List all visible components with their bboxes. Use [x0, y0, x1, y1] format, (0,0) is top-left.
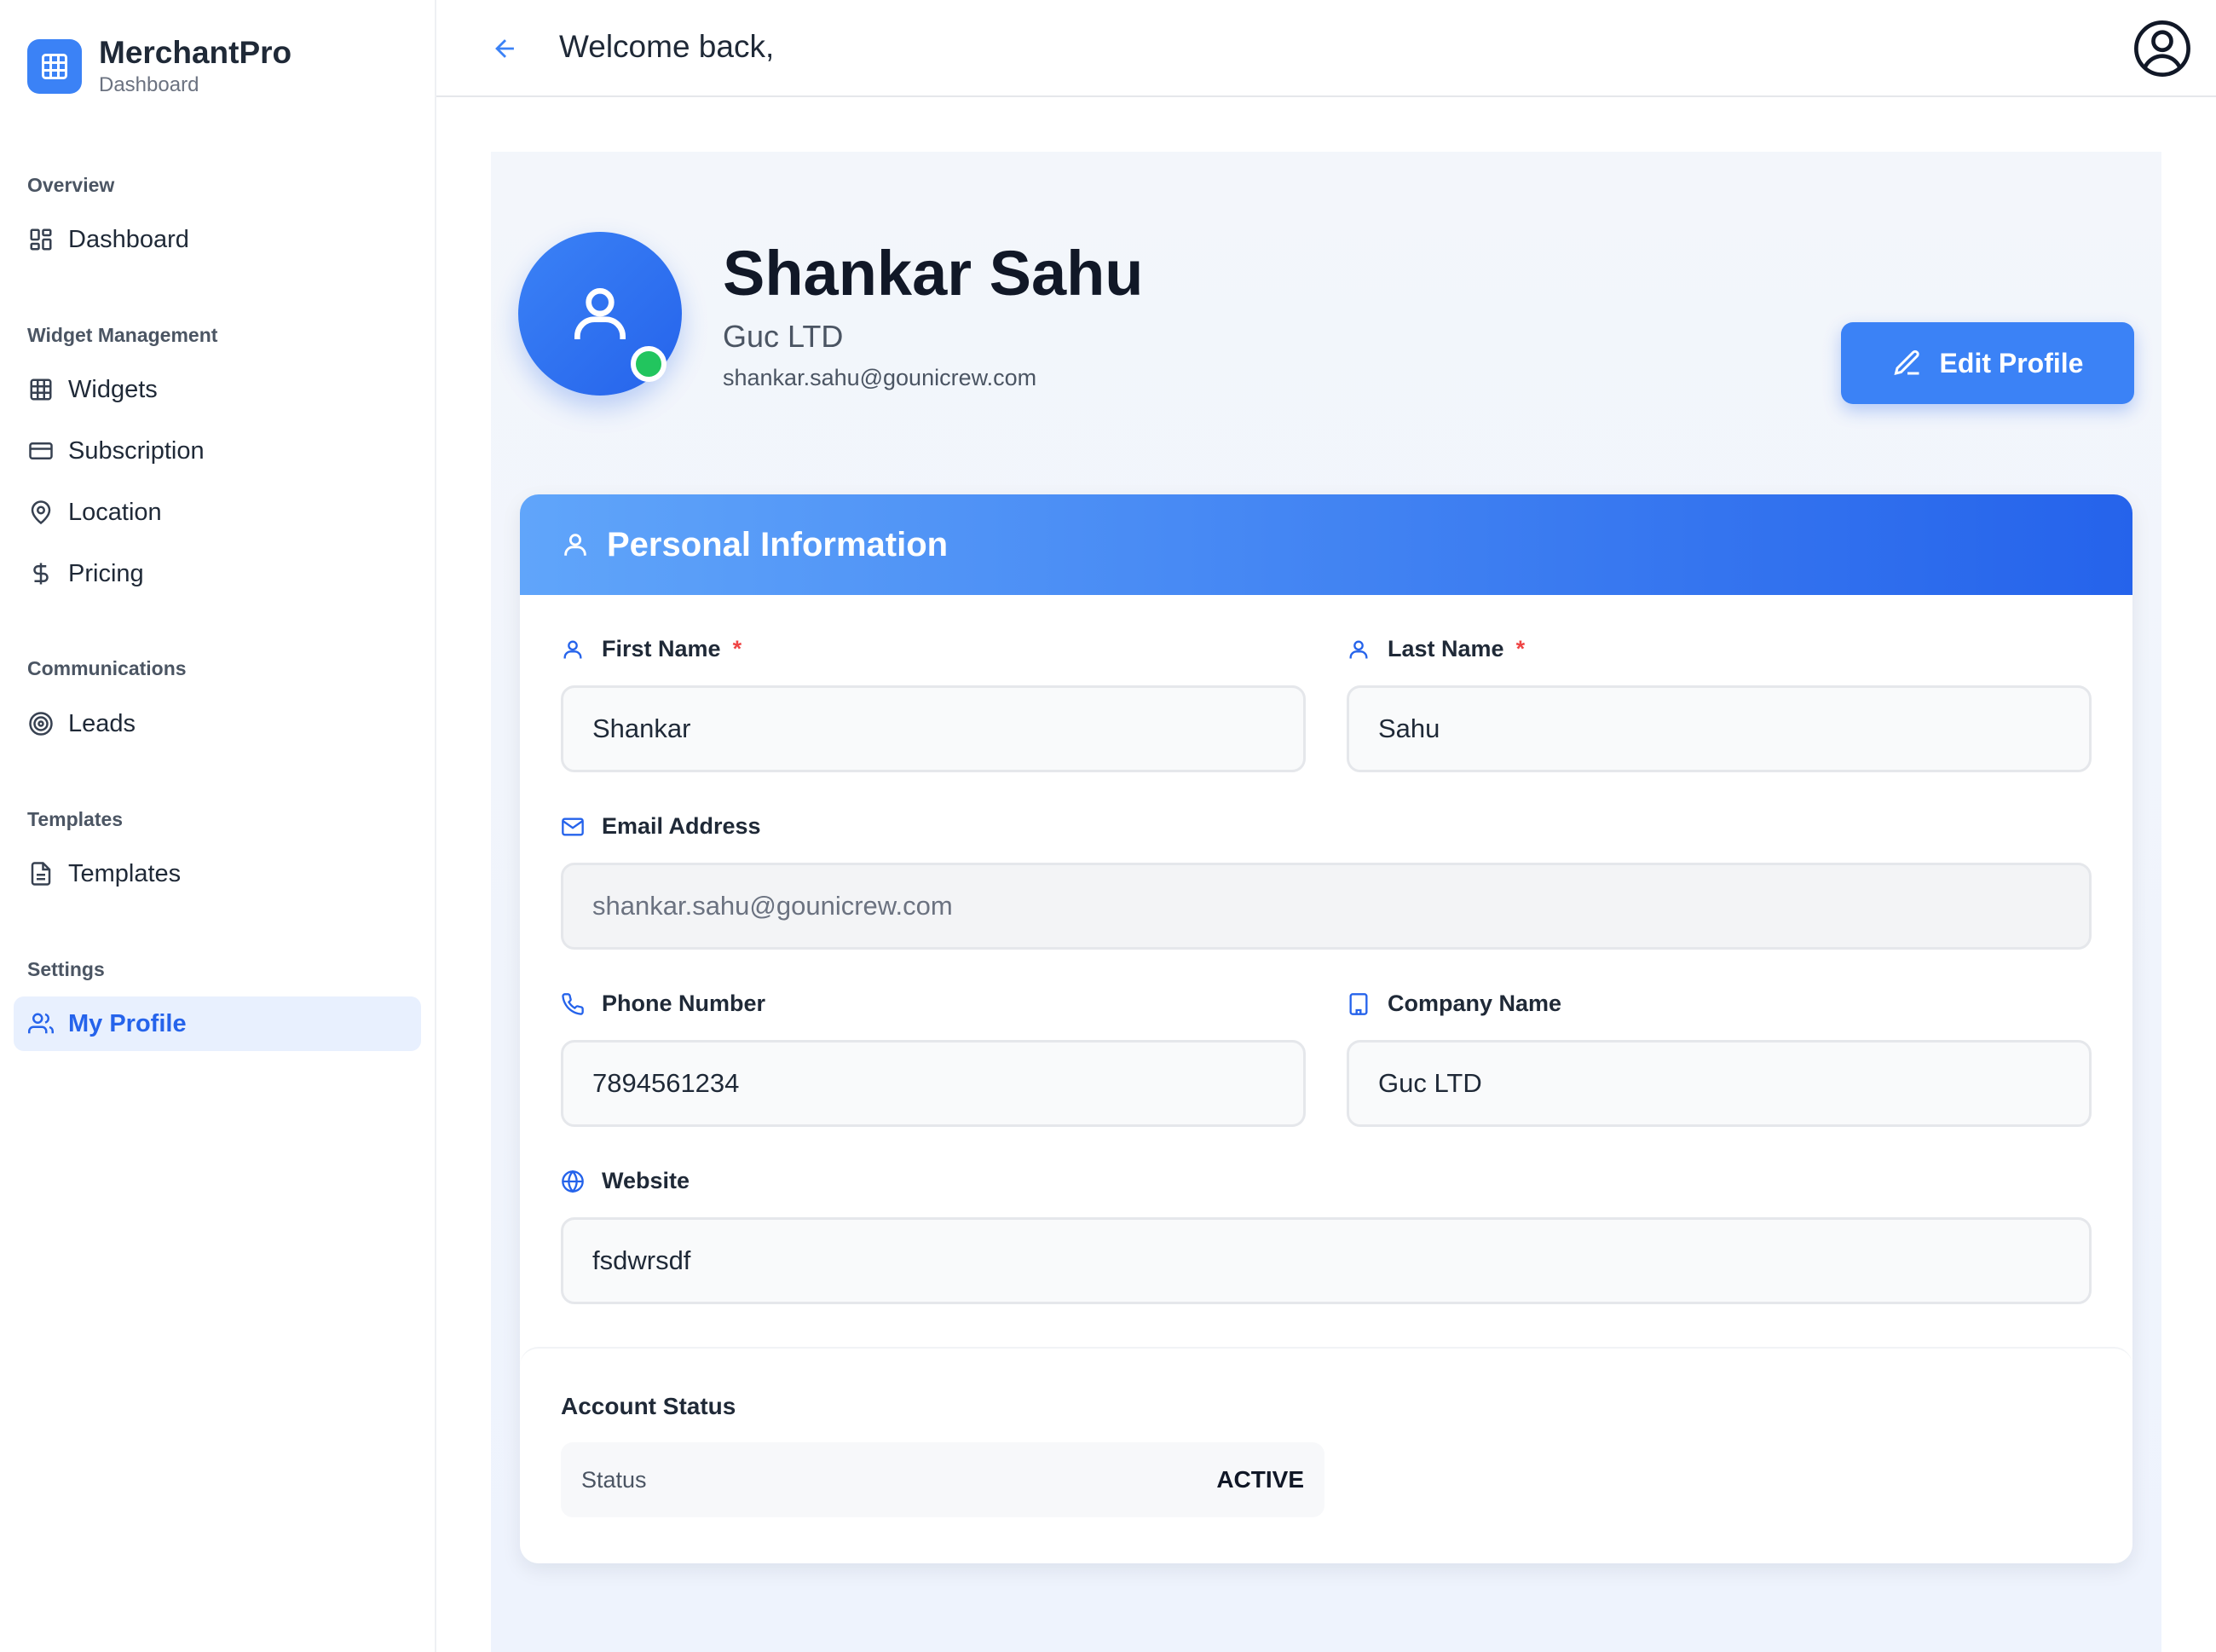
mail-icon — [561, 814, 586, 840]
email-label: Email Address — [561, 813, 761, 840]
account-status-title: Account Status — [561, 1393, 736, 1419]
sidebar-item-label: Subscription — [68, 436, 205, 465]
profile-name: Shankar Sahu — [723, 238, 1144, 309]
profile-company: Guc LTD — [723, 319, 844, 354]
status-key: Status — [581, 1466, 647, 1493]
section-title-widget-management: Widget Management — [27, 324, 218, 346]
section-title-templates: Templates — [27, 808, 124, 830]
user-account-icon[interactable] — [2132, 19, 2192, 78]
dashboard-grid-icon — [27, 226, 55, 253]
brand-subtitle: Dashboard — [99, 73, 199, 96]
globe-icon — [561, 1169, 586, 1194]
sidebar-item-widgets[interactable]: Widgets — [14, 362, 421, 417]
main-content: Shankar Sahu Guc LTD shankar.sahu@gounic… — [491, 152, 2161, 1652]
phone-icon — [561, 991, 586, 1017]
profile-email: shankar.sahu@gounicrew.com — [723, 365, 1037, 390]
sidebar-item-templates[interactable]: Templates — [14, 846, 421, 901]
sidebar-item-label: Widgets — [68, 375, 158, 403]
brand[interactable]: MerchantPro Dashboard — [27, 36, 291, 97]
sidebar-item-label: Templates — [68, 859, 182, 887]
document-icon — [27, 860, 55, 887]
account-status-section: Account Status Status ACTIVE — [520, 1347, 2132, 1563]
user-icon — [561, 637, 586, 662]
sidebar-item-leads[interactable]: Leads — [14, 696, 421, 751]
credit-card-icon — [27, 437, 55, 465]
sidebar-item-location[interactable]: Location — [14, 485, 421, 540]
last-name-field[interactable]: Sahu — [1347, 685, 2092, 772]
personal-information-card: Personal Information First Name * Shanka… — [520, 494, 2132, 1563]
website-label: Website — [561, 1168, 690, 1194]
company-field[interactable]: Guc LTD — [1347, 1040, 2092, 1127]
pencil-icon — [1892, 348, 1923, 378]
card-header: Personal Information — [520, 494, 2132, 595]
required-marker: * — [732, 636, 742, 661]
section-title-communications: Communications — [27, 657, 187, 679]
user-icon — [1347, 637, 1372, 662]
table-grid-icon — [27, 376, 55, 403]
status-row: Status ACTIVE — [561, 1442, 1324, 1517]
brand-name: MerchantPro — [99, 35, 292, 70]
last-name-label: Last Name * — [1347, 636, 1525, 662]
status-badge: ACTIVE — [1216, 1466, 1304, 1493]
user-icon — [561, 530, 590, 559]
edit-profile-label: Edit Profile — [1939, 347, 2084, 378]
target-icon — [27, 710, 55, 737]
phone-label: Phone Number — [561, 991, 765, 1017]
email-field: shankar.sahu@gounicrew.com — [561, 863, 2092, 950]
sidebar-item-label: Pricing — [68, 559, 144, 587]
section-title-settings: Settings — [27, 958, 105, 980]
first-name-label: First Name * — [561, 636, 742, 662]
back-arrow-icon[interactable] — [491, 34, 520, 63]
brand-logo-icon — [27, 39, 82, 94]
sidebar-item-label: Leads — [68, 709, 136, 737]
required-marker: * — [1515, 636, 1526, 661]
edit-profile-button[interactable]: Edit Profile — [1841, 322, 2134, 404]
sidebar-item-label: My Profile — [68, 1009, 187, 1037]
top-header: Welcome back, — [436, 0, 2216, 97]
building-icon — [1347, 991, 1372, 1017]
online-status-dot — [631, 346, 667, 382]
map-pin-icon — [27, 499, 55, 526]
sidebar-item-label: Dashboard — [68, 225, 189, 253]
sidebar-item-subscription[interactable]: Subscription — [14, 424, 421, 478]
users-icon — [27, 1010, 55, 1037]
sidebar-item-pricing[interactable]: Pricing — [14, 546, 421, 601]
phone-field[interactable]: 7894561234 — [561, 1040, 1306, 1127]
sidebar: MerchantPro Dashboard Overview Dashboard… — [0, 0, 436, 1652]
website-field[interactable]: fsdwrsdf — [561, 1217, 2092, 1304]
company-label: Company Name — [1347, 991, 1561, 1017]
card-title: Personal Information — [607, 525, 949, 563]
first-name-field[interactable]: Shankar — [561, 685, 1306, 772]
sidebar-item-dashboard[interactable]: Dashboard — [14, 212, 421, 267]
welcome-text: Welcome back, — [559, 29, 775, 64]
section-title-overview: Overview — [27, 174, 115, 196]
dollar-icon — [27, 560, 55, 587]
sidebar-item-my-profile[interactable]: My Profile — [14, 996, 421, 1051]
sidebar-item-label: Location — [68, 498, 162, 526]
